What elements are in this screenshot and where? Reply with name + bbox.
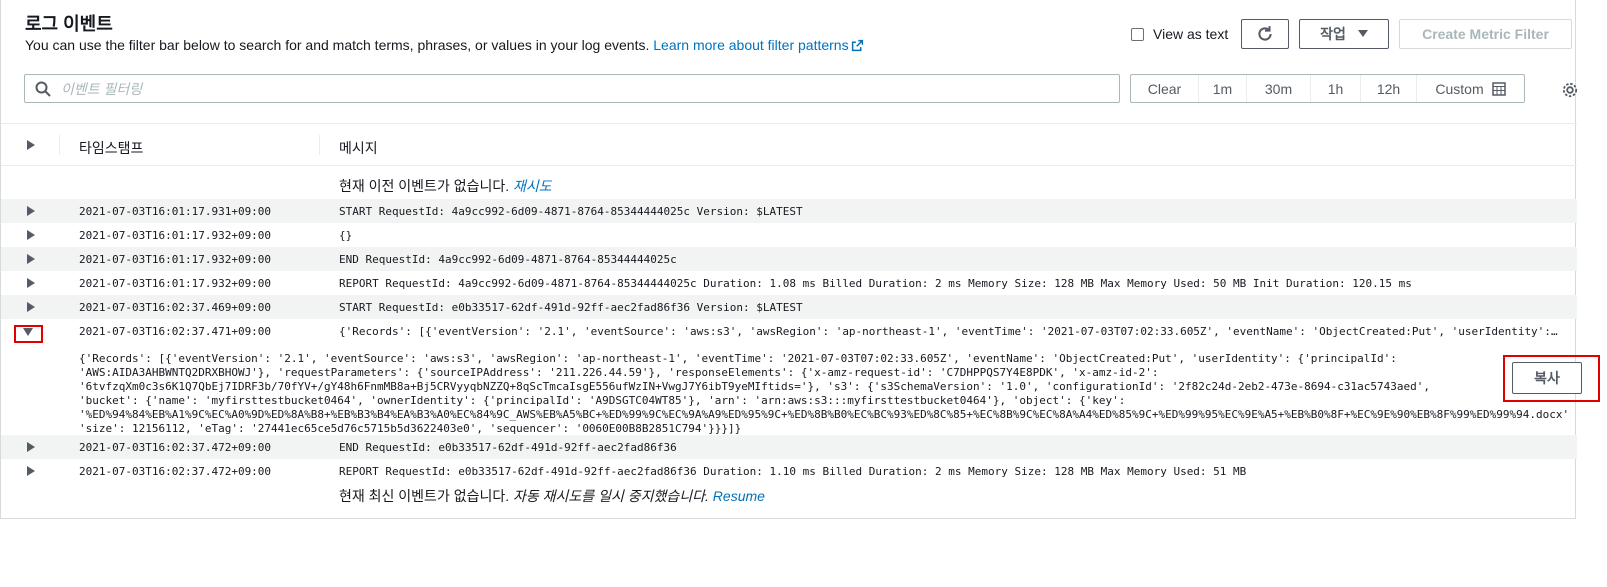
caret-down-icon: [1357, 30, 1368, 37]
range-clear[interactable]: Clear: [1131, 75, 1199, 102]
create-metric-filter-button[interactable]: Create Metric Filter: [1399, 19, 1572, 49]
view-as-text-toggle[interactable]: View as text: [1131, 26, 1228, 42]
row-timestamp: 2021-07-03T16:02:37.472+09:00: [79, 441, 272, 454]
range-12h[interactable]: 12h: [1361, 75, 1417, 102]
actions-dropdown[interactable]: 작업: [1299, 19, 1389, 49]
row-message: END RequestId: e0b33517-62df-491d-92ff-a…: [339, 441, 677, 454]
no-newer-events-text: 현재 최신 이벤트가 없습니다.: [339, 488, 510, 504]
range-1h[interactable]: 1h: [1311, 75, 1361, 102]
auto-retry-paused-text: 자동 재시도를 일시 중지했습니다.: [513, 488, 709, 504]
row-message: END RequestId: 4a9cc992-6d09-4871-8764-8…: [339, 253, 677, 266]
row-message: {'Records': [{'eventVersion': '2.1', 'ev…: [339, 325, 1564, 338]
range-30m[interactable]: 30m: [1247, 75, 1311, 102]
log-row[interactable]: 2021-07-03T16:01:17.931+09:00 START Requ…: [1, 199, 1577, 223]
range-custom[interactable]: Custom: [1417, 75, 1524, 102]
column-divider: [59, 135, 60, 155]
row-timestamp: 2021-07-03T16:02:37.472+09:00: [79, 465, 272, 478]
expand-row-icon[interactable]: [27, 206, 35, 216]
row-timestamp: 2021-07-03T16:01:17.932+09:00: [79, 229, 272, 242]
retry-link[interactable]: 재시도: [513, 178, 552, 194]
actions-label: 작업: [1320, 26, 1346, 42]
view-as-text-label: View as text: [1153, 26, 1229, 42]
row-timestamp: 2021-07-03T16:01:17.932+09:00: [79, 277, 272, 290]
column-header-timestamp[interactable]: 타임스탬프: [79, 138, 143, 158]
row-message: REPORT RequestId: e0b33517-62df-491d-92f…: [339, 465, 1247, 478]
expand-row-icon[interactable]: [27, 254, 35, 264]
learn-more-link[interactable]: Learn more about filter patterns: [653, 37, 863, 53]
gear-icon: [1562, 82, 1578, 98]
time-range-selector: Clear 1m 30m 1h 12h Custom: [1130, 74, 1525, 103]
filter-bar[interactable]: [24, 74, 1120, 103]
expand-row-icon[interactable]: [27, 278, 35, 288]
log-row[interactable]: 2021-07-03T16:01:17.932+09:00 REPORT Req…: [1, 271, 1577, 295]
log-row[interactable]: 2021-07-03T16:02:37.469+09:00 START Requ…: [1, 295, 1577, 319]
filter-events-input[interactable]: [59, 79, 1119, 98]
log-row[interactable]: 2021-07-03T16:01:17.932+09:00 END Reques…: [1, 247, 1577, 271]
copy-button[interactable]: 복사: [1512, 362, 1582, 394]
refresh-icon: [1258, 26, 1272, 41]
no-older-events-text: 현재 이전 이벤트가 없습니다.: [339, 178, 510, 194]
log-events-panel: 로그 이벤트 You can use the filter bar below …: [0, 0, 1600, 519]
page-description: You can use the filter bar below to sear…: [25, 37, 864, 53]
search-icon: [35, 81, 51, 97]
refresh-button[interactable]: [1241, 19, 1289, 49]
log-row[interactable]: 2021-07-03T16:02:37.472+09:00 END Reques…: [1, 435, 1577, 459]
no-newer-events-notice: 현재 최신 이벤트가 없습니다. 자동 재시도를 일시 중지했습니다. Resu…: [339, 486, 765, 506]
page-title: 로그 이벤트: [25, 14, 113, 34]
column-header-message[interactable]: 메시지: [339, 138, 378, 158]
row-timestamp: 2021-07-03T16:01:17.931+09:00: [79, 205, 272, 218]
log-row-expanded[interactable]: 2021-07-03T16:02:37.471+09:00 {'Records'…: [1, 319, 1577, 343]
expand-row-icon[interactable]: [27, 466, 35, 476]
log-row[interactable]: 2021-07-03T16:02:37.472+09:00 REPORT Req…: [1, 459, 1577, 483]
row-timestamp: 2021-07-03T16:02:37.469+09:00: [79, 301, 272, 314]
resume-link[interactable]: Resume: [713, 488, 765, 504]
expand-toggle-highlight: [14, 325, 43, 343]
expanded-message-body: {'Records': [{'eventVersion': '2.1', 'ev…: [79, 352, 1569, 435]
range-custom-label: Custom: [1435, 80, 1484, 97]
expand-row-icon[interactable]: [27, 442, 35, 452]
row-message: START RequestId: e0b33517-62df-491d-92ff…: [339, 301, 803, 314]
expand-row-icon[interactable]: [27, 230, 35, 240]
row-message: {}: [339, 229, 353, 242]
row-timestamp: 2021-07-03T16:02:37.471+09:00: [79, 325, 272, 338]
row-timestamp: 2021-07-03T16:01:17.932+09:00: [79, 253, 272, 266]
row-message: REPORT RequestId: 4a9cc992-6d09-4871-876…: [339, 277, 1412, 290]
row-message: START RequestId: 4a9cc992-6d09-4871-8764…: [339, 205, 803, 218]
table-header: 타임스탬프 메시지: [1, 123, 1577, 166]
settings-button[interactable]: [1561, 81, 1579, 104]
expand-row-icon[interactable]: [27, 302, 35, 312]
log-row[interactable]: 2021-07-03T16:01:17.932+09:00 {}: [1, 223, 1577, 247]
calendar-icon: [1491, 81, 1506, 96]
column-divider: [319, 135, 320, 155]
description-text: You can use the filter bar below to sear…: [25, 37, 650, 53]
view-as-text-checkbox[interactable]: [1131, 27, 1144, 41]
external-link-icon: [851, 39, 863, 52]
no-older-events-notice: 현재 이전 이벤트가 없습니다. 재시도: [339, 176, 552, 196]
range-1m[interactable]: 1m: [1199, 75, 1247, 102]
expand-all-icon[interactable]: [27, 140, 35, 150]
